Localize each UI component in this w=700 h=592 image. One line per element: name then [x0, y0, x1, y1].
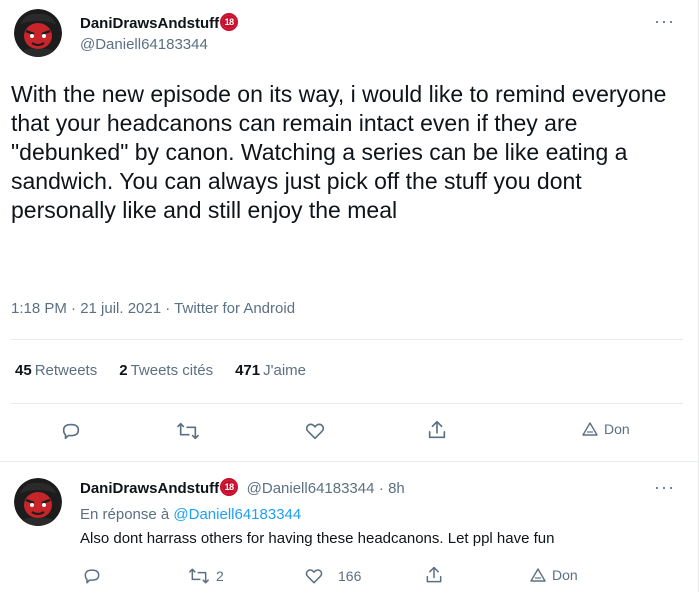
reply-reply-button[interactable] [82, 566, 102, 586]
reply-time[interactable]: · 8h [379, 480, 405, 497]
reply-like-button[interactable]: 166 [304, 566, 361, 586]
reply-donate-button[interactable]: Don [530, 567, 578, 583]
likes-stat[interactable]: 471 J'aime [235, 362, 306, 379]
reply-author-handle[interactable]: @Daniell64183344 [247, 480, 375, 497]
reply-icon [62, 423, 80, 440]
divider [0, 461, 699, 462]
reply-to-prefix: En réponse à [80, 506, 170, 523]
reply-retweet-button[interactable]: 2 [188, 566, 224, 586]
tweet-text: With the new episode on its way, i would… [11, 81, 667, 223]
reply-context: En réponse à @Daniell64183344 [80, 506, 301, 523]
donate-label: Don [552, 567, 578, 583]
donate-button[interactable]: Don [582, 421, 630, 437]
reply-to-link[interactable]: @Daniell64183344 [173, 506, 301, 523]
tweet-page: DaniDrawsAndstuff 18 @Daniell64183344 ···… [0, 0, 699, 592]
more-icon[interactable]: ··· [654, 478, 675, 496]
reply-button[interactable] [60, 420, 82, 442]
donate-label: Don [604, 421, 630, 437]
retweets-stat[interactable]: 45 Retweets [15, 362, 97, 379]
more-icon[interactable]: ··· [654, 12, 675, 30]
author-handle[interactable]: @Daniell64183344 [80, 36, 238, 53]
reply-retweet-count: 2 [216, 568, 224, 584]
age-badge-icon: 18 [220, 13, 239, 31]
engagement-stats: 45 Retweets 2 Tweets cités 471 J'aime [15, 362, 306, 379]
like-icon [305, 423, 325, 440]
reply-text: Also dont harrass others for having thes… [80, 530, 555, 547]
share-icon [426, 566, 442, 583]
reply-like-count: 166 [338, 568, 362, 584]
reply-avatar[interactable] [14, 478, 62, 526]
retweet-icon [177, 422, 199, 440]
share-button[interactable] [426, 419, 448, 441]
reply-icon [84, 569, 100, 584]
retweet-button[interactable] [176, 420, 200, 442]
author-block: DaniDrawsAndstuff 18 @Daniell64183344 [80, 13, 239, 53]
quotes-stat[interactable]: 2 Tweets cités [119, 362, 213, 379]
retweet-icon [189, 568, 209, 584]
share-icon [428, 420, 446, 439]
like-button[interactable] [304, 420, 326, 442]
donate-icon [530, 568, 546, 582]
divider [11, 339, 683, 340]
reply-author-line: DaniDrawsAndstuff 18 @Daniell64183344 · 8… [80, 478, 405, 498]
donate-icon [582, 422, 598, 436]
reply-author-name[interactable]: DaniDrawsAndstuff [80, 480, 219, 497]
divider [11, 403, 683, 404]
like-icon [305, 569, 323, 584]
author-name[interactable]: DaniDrawsAndstuff [80, 15, 219, 32]
reply-share-button[interactable] [424, 565, 444, 585]
avatar[interactable] [14, 9, 62, 57]
tweet-meta[interactable]: 1:18 PM · 21 juil. 2021 · Twitter for An… [11, 300, 295, 317]
age-badge-icon: 18 [220, 478, 239, 496]
